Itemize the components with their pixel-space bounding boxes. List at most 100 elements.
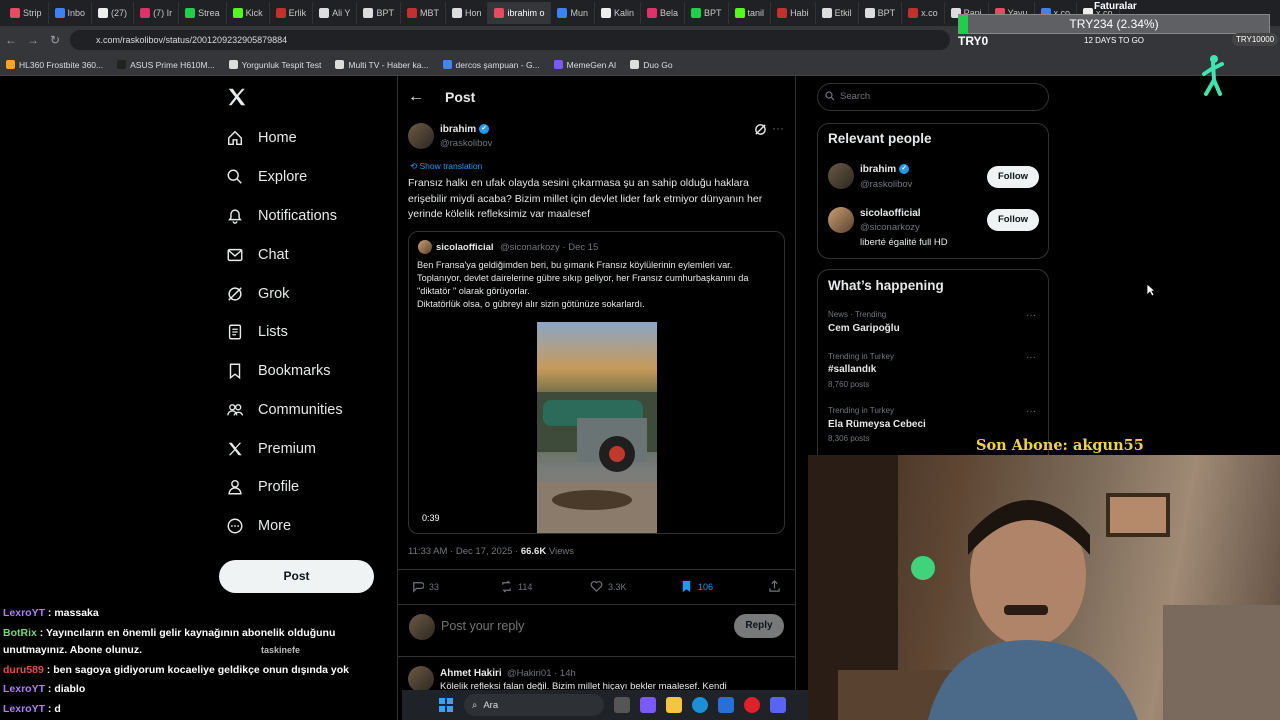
browser-tab[interactable]: x.co	[902, 2, 945, 24]
author-handle[interactable]: @raskolibov	[440, 138, 492, 149]
nav-item-home[interactable]: Home	[226, 126, 297, 150]
trend-more-icon[interactable]: ···	[1026, 352, 1036, 363]
browser-tab[interactable]: Kick	[227, 2, 270, 24]
bookmark-item[interactable]: dercos şampuan - G...	[442, 60, 540, 70]
copilot-icon[interactable]	[640, 697, 656, 713]
reply-author-name[interactable]: Ahmet Hakiri	[440, 668, 502, 679]
chat-username: BotRix	[3, 627, 37, 639]
bookmark-item[interactable]: Yorgunluk Tespit Test	[228, 59, 322, 70]
back-icon[interactable]: ←	[0, 33, 22, 47]
opera-icon[interactable]	[744, 697, 760, 713]
reply-button[interactable]: Reply	[734, 614, 784, 638]
bookmark-label: Yorgunluk Tespit Test	[241, 59, 322, 70]
reload-icon[interactable]: ↻	[44, 33, 66, 47]
browser-tab[interactable]: Ali Y	[313, 2, 358, 24]
task-view-icon[interactable]	[614, 697, 630, 713]
quoted-video[interactable]	[537, 322, 657, 533]
edge-icon[interactable]	[692, 697, 708, 713]
tab-favicon-icon	[601, 8, 611, 18]
trend-name[interactable]: Cem Garipoğlu	[828, 323, 900, 334]
person-name[interactable]: ibrahim ✓	[860, 164, 910, 175]
store-icon[interactable]	[718, 697, 734, 713]
person-avatar[interactable]	[828, 163, 854, 189]
tractor-video-frame	[537, 392, 657, 533]
tab-label: Strea	[198, 8, 220, 18]
trend-more-icon[interactable]: ···	[1026, 310, 1036, 321]
browser-tab[interactable]: BPT	[859, 2, 903, 24]
browser-tab[interactable]: Erlik	[270, 2, 314, 24]
browser-tab[interactable]: (7) Ir	[134, 2, 180, 24]
browser-tab[interactable]: Hon	[446, 2, 489, 24]
bookmark-item[interactable]: HL360 Frostbite 360...	[6, 60, 103, 70]
windows-start-icon[interactable]	[438, 697, 454, 713]
author-name[interactable]: ibrahim ✓	[440, 124, 490, 135]
browser-tab[interactable]: Etkil	[816, 2, 859, 24]
nav-item-communities[interactable]: Communities	[226, 398, 343, 422]
follow-button[interactable]: Follow	[987, 209, 1039, 231]
search-input[interactable]: Search	[817, 83, 1049, 111]
browser-tab[interactable]: Kalin	[595, 2, 642, 24]
browser-tab[interactable]: ibrahim o	[488, 2, 552, 24]
person-avatar[interactable]	[828, 207, 854, 233]
follow-button[interactable]: Follow	[987, 166, 1039, 188]
trend-more-icon[interactable]: ···	[1026, 406, 1036, 417]
repost-action[interactable]: 114	[500, 580, 532, 593]
tab-favicon-icon	[647, 8, 658, 18]
bookmark-item[interactable]: MemeGen AI	[553, 60, 616, 70]
nav-item-explore[interactable]: Explore	[226, 165, 307, 189]
browser-tab[interactable]: Mun	[551, 2, 595, 24]
browser-tab[interactable]: (27)	[92, 2, 135, 24]
browser-tab[interactable]: BPT	[685, 2, 729, 24]
grok-icon[interactable]	[754, 123, 767, 136]
browser-tab[interactable]: Habi	[771, 2, 816, 24]
file-explorer-icon[interactable]	[666, 697, 682, 713]
nav-item-lists[interactable]: Lists	[226, 320, 288, 344]
tab-label: Kalin	[614, 8, 635, 18]
trend-name[interactable]: #sallandık	[828, 364, 876, 375]
chat-text: : massaka	[45, 607, 99, 619]
trend-name[interactable]: Ela Rümeysa Cebeci	[828, 419, 926, 430]
quoted-author-avatar[interactable]	[418, 240, 432, 254]
author-avatar[interactable]	[408, 123, 434, 149]
url-field[interactable]: x.com/raskolibov/status/2001209232905879…	[70, 30, 950, 50]
show-translation-link[interactable]: ⟲ Show translation	[410, 161, 482, 172]
bookmark-item[interactable]: Duo Go	[630, 60, 673, 70]
chat-username: LexroYT	[3, 703, 46, 715]
person-name[interactable]: sicolaofficial	[860, 208, 921, 219]
browser-tab[interactable]: Strea	[179, 2, 227, 24]
quoted-author-name[interactable]: sicolaofficial	[436, 242, 494, 253]
discord-icon[interactable]	[770, 697, 786, 713]
webcam-scene	[808, 455, 1280, 720]
nav-item-grok[interactable]: Grok	[226, 282, 289, 306]
more-options-icon[interactable]: ···	[772, 121, 784, 135]
share-action[interactable]	[768, 580, 781, 593]
nav-item-premium[interactable]: Premium	[226, 437, 316, 461]
browser-tab[interactable]: tanil	[729, 2, 772, 24]
browser-tab[interactable]: BPT	[357, 2, 401, 24]
nav-item-bookmarks[interactable]: Bookmarks	[226, 359, 331, 383]
tab-label: Bela	[660, 8, 679, 18]
nav-item-label: Explore	[258, 169, 308, 185]
browser-tab[interactable]: Inbo	[49, 2, 93, 24]
browser-tab[interactable]: MBT	[401, 2, 446, 24]
browser-tab[interactable]: Bela	[641, 2, 686, 24]
bookmark-action[interactable]: 106	[680, 580, 713, 593]
nav-item-notifications[interactable]: Notifications	[226, 204, 337, 228]
reply-action[interactable]: 33	[411, 580, 439, 593]
x-logo-icon[interactable]	[226, 86, 248, 108]
x-icon	[228, 442, 242, 456]
taskbar-search[interactable]: ⌕ Ara	[464, 694, 604, 716]
post-button[interactable]: Post	[219, 560, 374, 593]
nav-item-more[interactable]: More	[226, 514, 291, 538]
nav-item-chat[interactable]: Chat	[226, 243, 289, 267]
forward-icon[interactable]: →	[22, 33, 44, 47]
tab-favicon-icon	[319, 8, 330, 18]
bookmark-item[interactable]: ASUS Prime H610M...	[117, 60, 215, 70]
nav-item-profile[interactable]: Profile	[226, 475, 299, 499]
reply-author-avatar[interactable]	[408, 666, 434, 692]
bookmark-item[interactable]: Multi TV - Haber ka...	[335, 60, 429, 70]
back-arrow-icon[interactable]: ←	[408, 88, 424, 106]
like-action[interactable]: 3.3K	[590, 580, 627, 593]
browser-tab[interactable]: Strip	[4, 2, 49, 24]
reply-input[interactable]	[441, 619, 711, 633]
